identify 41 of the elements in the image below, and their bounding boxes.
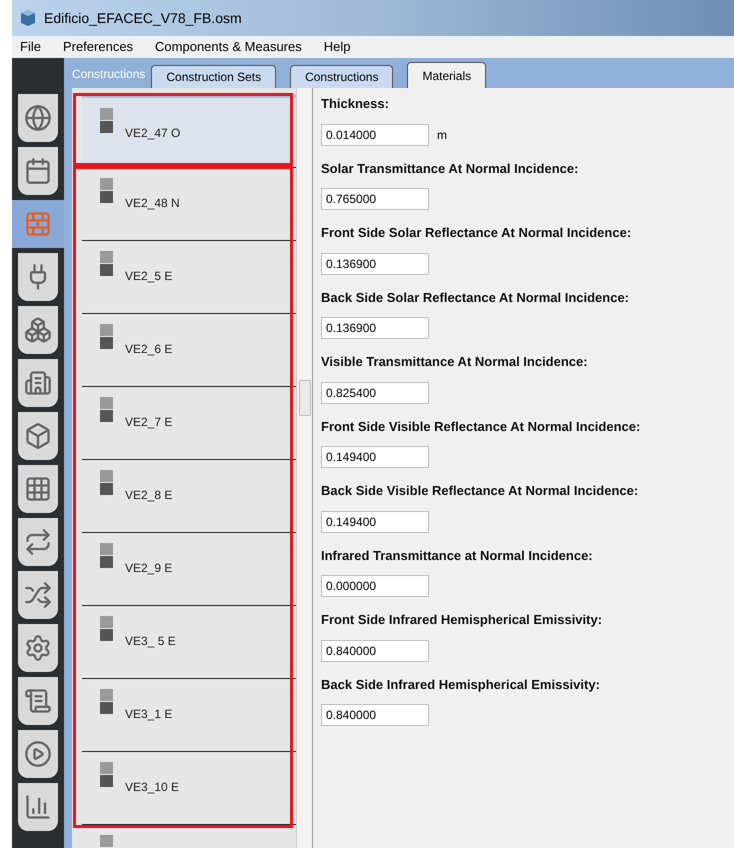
property-label: Front Side Visible Reflectance At Normal Incidence: <box>321 418 642 436</box>
property-field[interactable]: 0.825400 <box>321 382 429 404</box>
property-label: Front Side Infrared Hemispherical Emissivity: <box>321 611 604 629</box>
property-field[interactable]: 0.149400 <box>321 510 429 532</box>
property-field[interactable]: 0.136900 <box>321 317 429 339</box>
property-label: Visible Transmittance At Normal Incidence: <box>321 353 589 371</box>
menu-item[interactable]: File <box>20 37 41 57</box>
tab[interactable]: Materials <box>407 62 486 88</box>
property-field[interactable]: 0.136900 <box>321 252 429 274</box>
property-label: Back Side Solar Reflectance At Normal Incidence: <box>321 288 630 306</box>
menu-item[interactable]: Components & Measures <box>155 37 302 57</box>
tab[interactable]: Construction Sets <box>151 65 276 88</box>
property-label: Solar Transmittance At Normal Incidence: <box>321 160 580 178</box>
property-label: Thickness: <box>321 95 390 113</box>
property-label: Back Side Infrared Hemispherical Emissivity: <box>321 676 601 694</box>
material-name: VE2_6 E <box>125 341 172 358</box>
property-field[interactable]: 0.149400 <box>321 446 429 468</box>
property-label: Front Side Solar Reflectance At Normal Incidence: <box>321 224 632 242</box>
property-field[interactable]: 0.765000 <box>321 188 429 210</box>
material-name: VE2_48 N <box>125 195 180 212</box>
material-name: VE3_1 E <box>125 706 172 723</box>
material-name: VE2_5 E <box>125 268 172 285</box>
section-label: Constructions <box>72 66 146 83</box>
material-name: VE3_10 E <box>125 779 180 796</box>
material-row[interactable]: VE2_47 O <box>82 94 296 167</box>
property-field[interactable]: 0.840000 <box>321 640 429 662</box>
material-name: VE2_8 E <box>125 487 172 504</box>
material-name: VE2_9 E <box>125 560 172 577</box>
property-label: Back Side Visible Reflectance At Normal Incidence: <box>321 482 640 500</box>
material-name: VE3_ 5 E <box>125 633 176 650</box>
menu-item[interactable]: Help <box>324 37 350 57</box>
property-field[interactable]: 0.840000 <box>321 704 429 726</box>
window-title: Edificio_EFACEC_V78_FB.osm <box>44 8 242 28</box>
material-name: VE2_7 E <box>125 414 172 431</box>
property-label: Infrared Transmittance at Normal Incidence: <box>321 546 594 564</box>
property-field[interactable]: 0.000000 <box>321 575 429 597</box>
tab[interactable]: Constructions <box>290 65 394 88</box>
property-field[interactable]: 0.014000 <box>321 124 429 146</box>
menu-item[interactable]: Preferences <box>62 37 134 57</box>
unit-label: m <box>437 126 447 144</box>
material-name: VE2_47 O <box>125 125 180 142</box>
